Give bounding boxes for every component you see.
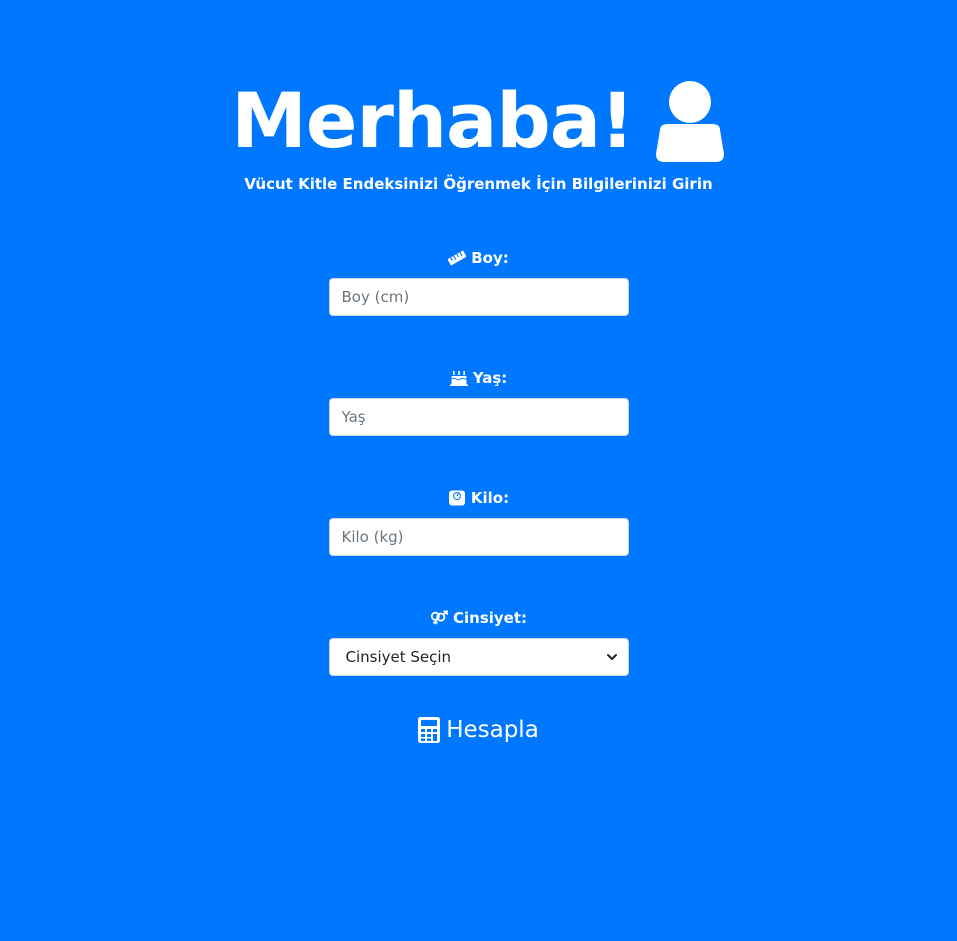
age-field-group: Yaş: [0,368,957,436]
page-subtitle: Vücut Kitle Endeksinizi Öğrenmek İçin Bi… [244,175,713,193]
gender-select-value: Cinsiyet Seçin [345,648,452,666]
gender-label: Cinsiyet: [452,609,528,627]
gender-field-group: Cinsiyet: Cinsiyet Seçin [0,608,957,676]
calculator-icon [418,717,441,743]
age-label: Yaş: [472,369,508,387]
height-label-row: Boy: [0,248,957,268]
weight-label-row: Kilo: [0,488,957,508]
gender-select[interactable]: Cinsiyet Seçin [328,638,629,676]
page: Merhaba! Vücut Kitle Endeksinizi Öğrenme… [0,0,957,941]
height-input[interactable] [328,278,629,316]
height-label: Boy: [471,249,509,267]
weight-input[interactable] [328,518,629,556]
weight-label: Kilo: [470,489,510,507]
age-input[interactable] [328,398,629,436]
gender-label-row: Cinsiyet: [0,608,957,628]
chevron-down-icon [606,654,617,660]
title-row: Merhaba! [0,76,957,166]
calculate-button-label: Hesapla [446,717,539,743]
ruler-icon [448,250,467,266]
venus-mars-icon [430,610,448,625]
header: Merhaba! Vücut Kitle Endeksinizi Öğrenme… [0,76,957,194]
user-icon [655,81,724,162]
age-label-row: Yaş: [0,368,957,388]
weight-scale-icon [448,490,465,506]
birthday-cake-icon [449,371,468,386]
page-title: Merhaba! [231,76,634,165]
weight-field-group: Kilo: [0,488,957,556]
calculate-button[interactable]: Hesapla [0,714,957,746]
height-field-group: Boy: [0,248,957,316]
